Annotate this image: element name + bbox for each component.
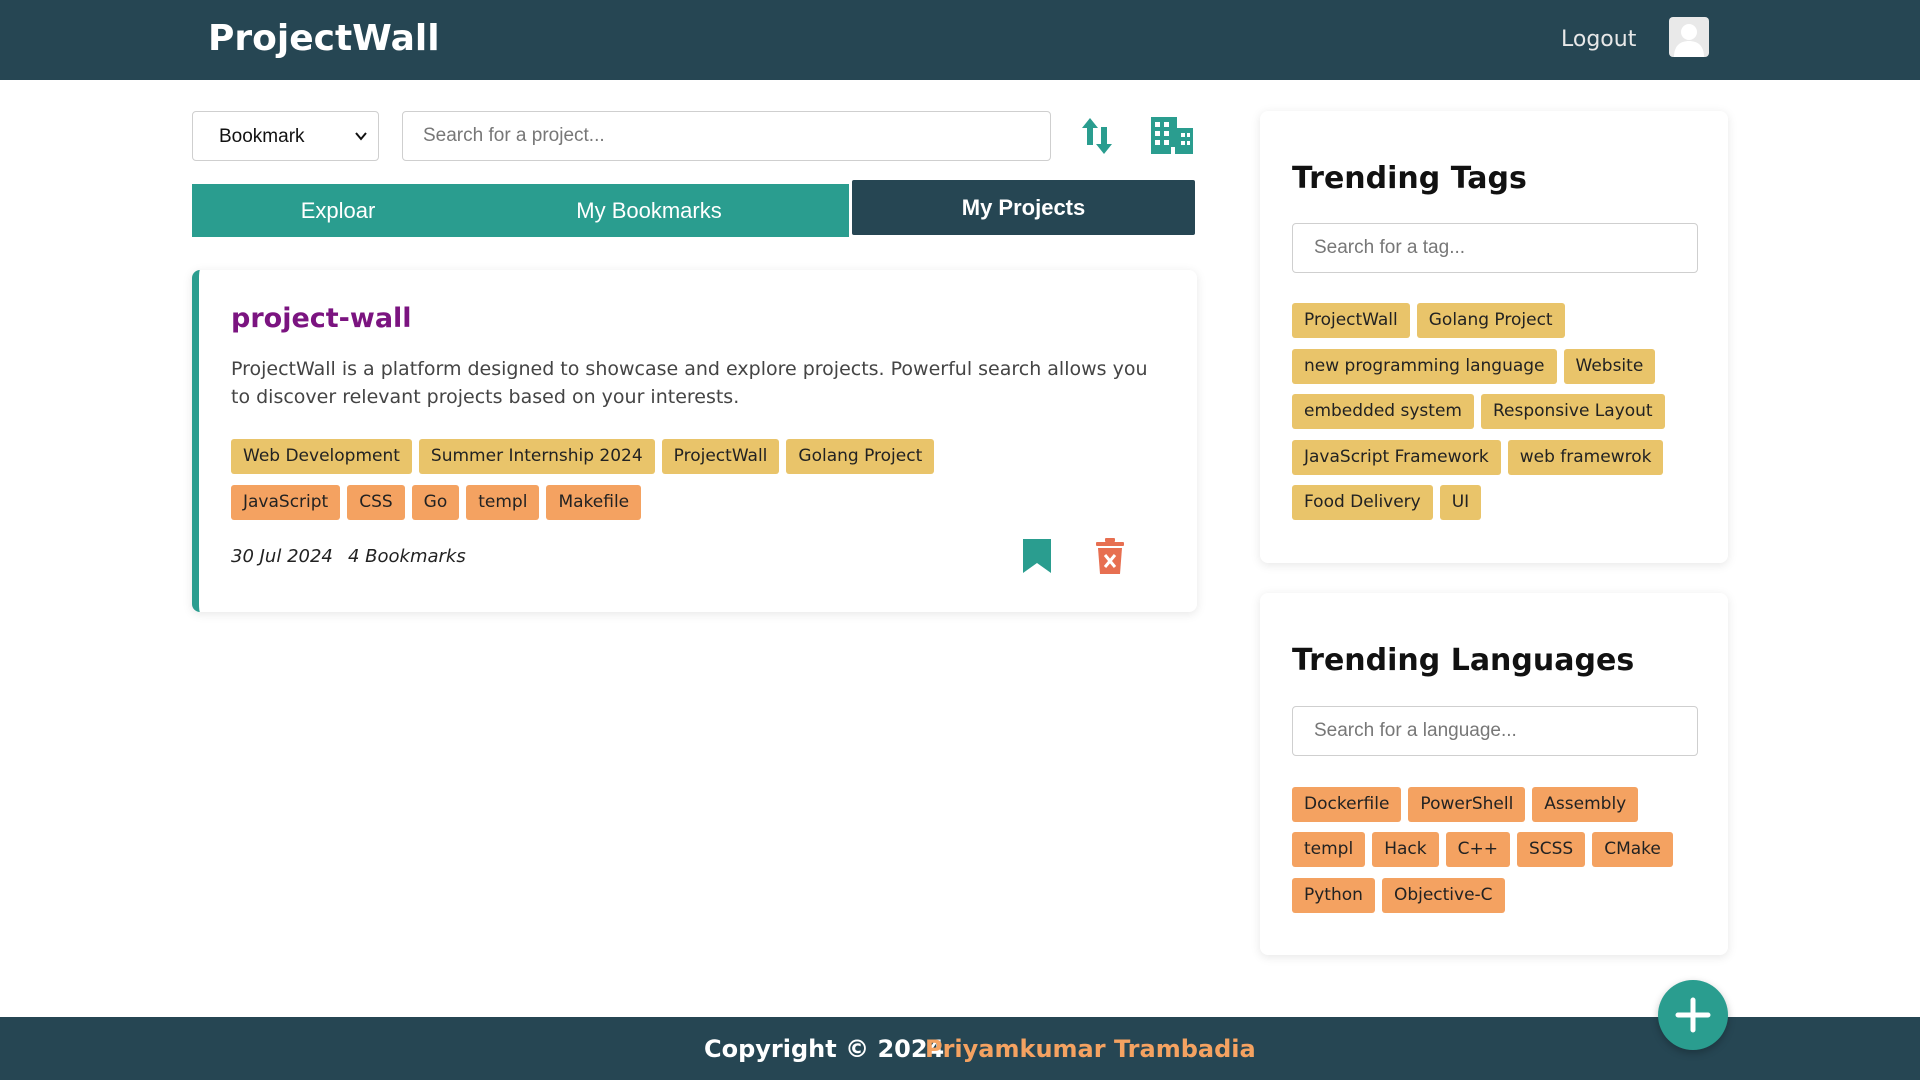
project-tag[interactable]: Golang Project — [786, 439, 935, 474]
trending-language-tag[interactable]: PowerShell — [1408, 787, 1526, 822]
trending-tags-panel: Trending Tags ProjectWall Golang Project… — [1260, 111, 1728, 563]
trending-language-tag[interactable]: SCSS — [1516, 832, 1586, 867]
project-language-tag[interactable]: JavaScript — [231, 485, 341, 520]
user-avatar-icon[interactable] — [1669, 17, 1709, 57]
trending-tag[interactable]: web framewrok — [1507, 440, 1664, 475]
trending-tag-row: ProjectWall Golang Project — [1292, 303, 1565, 338]
sort-arrows-icon[interactable] — [1080, 115, 1114, 162]
tab-my-bookmarks[interactable]: My Bookmarks — [484, 184, 814, 237]
navbar: ProjectWall Logout — [0, 0, 1920, 80]
trending-tag[interactable]: Responsive Layout — [1480, 394, 1665, 429]
tag-search-input[interactable] — [1292, 223, 1698, 273]
trending-tag-row: Food Delivery UI — [1292, 485, 1482, 520]
footer-copyright: Copyright © 2024 — [704, 1035, 945, 1063]
project-date: 30 Jul 2024 — [231, 546, 333, 567]
trending-language-tag[interactable]: Dockerfile — [1292, 787, 1402, 822]
project-language-tag[interactable]: Makefile — [546, 485, 642, 520]
trending-language-tag[interactable]: Python — [1292, 878, 1375, 913]
trending-language-tag[interactable]: templ — [1292, 832, 1366, 867]
logout-link[interactable]: Logout — [1561, 27, 1636, 52]
project-language-tag[interactable]: Go — [411, 485, 460, 520]
brand-logo[interactable]: ProjectWall — [208, 18, 440, 59]
project-title[interactable]: project-wall — [231, 303, 412, 334]
trending-tag-row: JavaScript Framework web framewrok — [1292, 440, 1664, 475]
trending-tag[interactable]: Website — [1563, 349, 1656, 384]
trending-tag[interactable]: Golang Project — [1416, 303, 1565, 338]
filter-select[interactable]: Bookmark — [192, 111, 379, 161]
project-description: ProjectWall is a platform designed to sh… — [231, 358, 1148, 408]
trending-tags-title: Trending Tags — [1292, 161, 1527, 196]
trending-language-row: Python Objective-C — [1292, 878, 1505, 913]
trending-tag[interactable]: new programming language — [1292, 349, 1557, 384]
bookmark-count: 4 Bookmarks — [348, 546, 466, 567]
tab-bar: Exploar My Bookmarks — [192, 184, 849, 237]
delete-trash-icon[interactable] — [1095, 537, 1125, 580]
filter-select-value: Bookmark — [219, 126, 305, 147]
project-language-tag[interactable]: CSS — [347, 485, 405, 520]
project-tag[interactable]: Web Development — [231, 439, 412, 474]
trending-language-tag[interactable]: Objective-C — [1381, 878, 1505, 913]
project-language-list: JavaScript CSS Go templ Makefile — [231, 485, 642, 520]
footer-author-link[interactable]: Priyamkumar Trambadia — [925, 1035, 1256, 1063]
plus-icon — [1675, 997, 1711, 1033]
trending-tag-row: new programming language Website — [1292, 349, 1656, 384]
chevron-down-icon — [354, 129, 368, 148]
trending-language-tag[interactable]: Hack — [1372, 832, 1439, 867]
trending-tag[interactable]: Food Delivery — [1292, 485, 1433, 520]
trending-tag-row: embedded system Responsive Layout — [1292, 394, 1665, 429]
add-project-button[interactable] — [1658, 980, 1728, 1050]
trending-language-tag[interactable]: Assembly — [1532, 787, 1639, 822]
tab-explore[interactable]: Exploar — [192, 184, 484, 237]
project-tag-list: Web Development Summer Internship 2024 P… — [231, 439, 935, 474]
tab-my-projects[interactable]: My Projects — [852, 180, 1195, 235]
building-grid-icon[interactable] — [1149, 114, 1195, 161]
trending-language-row: templ Hack C++ SCSS CMake — [1292, 832, 1673, 867]
trending-tag[interactable]: ProjectWall — [1292, 303, 1410, 338]
bookmark-icon[interactable] — [1021, 537, 1053, 580]
project-tag[interactable]: ProjectWall — [661, 439, 780, 474]
trending-tag[interactable]: UI — [1439, 485, 1482, 520]
project-language-tag[interactable]: templ — [466, 485, 540, 520]
trending-language-row: Dockerfile PowerShell Assembly — [1292, 787, 1639, 822]
trending-tag[interactable]: embedded system — [1292, 394, 1474, 429]
trending-language-tag[interactable]: CMake — [1592, 832, 1673, 867]
trending-language-tag[interactable]: C++ — [1445, 832, 1510, 867]
trending-tag[interactable]: JavaScript Framework — [1292, 440, 1501, 475]
language-search-input[interactable] — [1292, 706, 1698, 756]
trending-languages-title: Trending Languages — [1292, 643, 1635, 678]
project-search-input[interactable] — [402, 111, 1051, 161]
project-tag[interactable]: Summer Internship 2024 — [418, 439, 655, 474]
trending-languages-panel: Trending Languages Dockerfile PowerShell… — [1260, 593, 1728, 955]
